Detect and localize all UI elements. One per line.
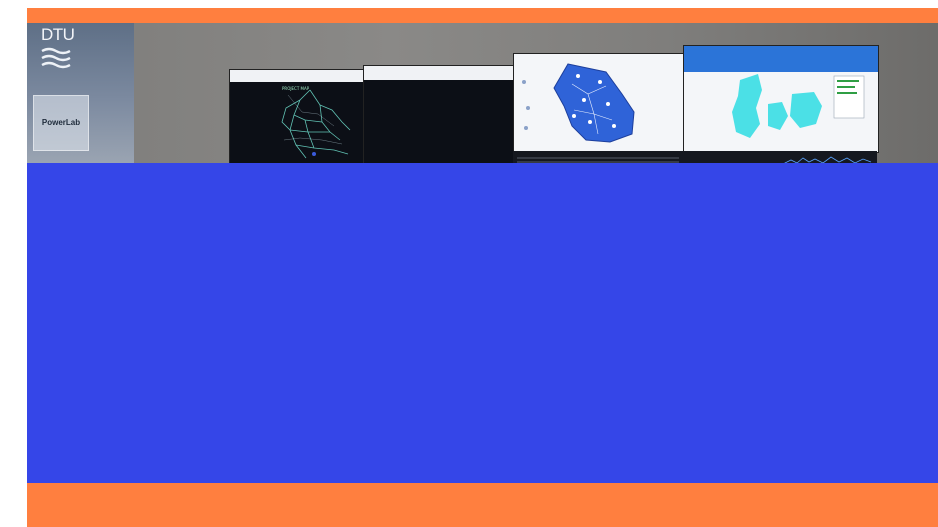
content-block	[27, 163, 938, 483]
powerlab-label: PowerLab	[41, 118, 81, 127]
footer-band	[27, 483, 938, 527]
screen-blank	[363, 65, 515, 163]
slide-frame: DTU PowerLab PROJECT MAP	[27, 8, 938, 527]
dtu-wall-sign: DTU PowerLab	[27, 23, 134, 163]
island-map-icon	[522, 63, 635, 143]
table-lines-icon	[517, 157, 679, 163]
control-room-photo: DTU PowerLab PROJECT MAP	[27, 23, 938, 163]
screen-grid-map: PROJECT MAP	[229, 69, 365, 163]
denmark-map-icon	[732, 74, 865, 138]
dashboard-table	[513, 151, 683, 163]
dtu-logo: DTU	[41, 25, 75, 44]
powerlab-plate: PowerLab	[33, 95, 89, 151]
timeseries-chart-icon	[784, 156, 872, 163]
dashboard-timeseries	[683, 151, 877, 163]
screen-denmark-map	[683, 45, 879, 153]
dtu-waves-icon	[41, 47, 71, 69]
screen-top-bar	[364, 66, 514, 80]
grid-network-icon	[281, 89, 351, 159]
screen-island-map	[513, 53, 685, 153]
